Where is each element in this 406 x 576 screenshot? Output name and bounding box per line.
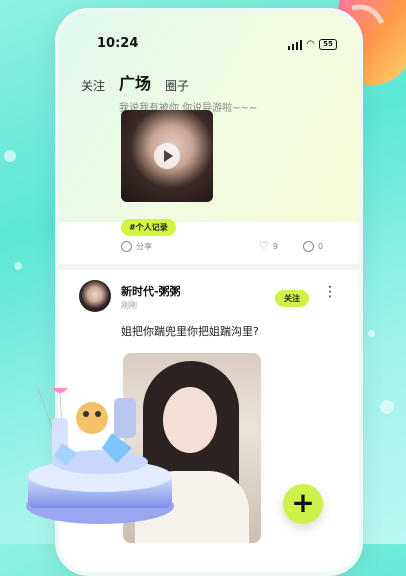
tab-circle[interactable]: 圈子 bbox=[165, 77, 189, 94]
comment-icon bbox=[303, 241, 314, 252]
tab-square[interactable]: 广场 bbox=[119, 70, 151, 97]
follow-button[interactable]: 关注 bbox=[275, 290, 309, 307]
share-button[interactable]: 分享 bbox=[121, 241, 152, 252]
share-icon bbox=[121, 241, 132, 252]
bg-bubble bbox=[14, 262, 22, 270]
post-text: 姐把你踹兜里你把姐踹沟里? bbox=[121, 325, 259, 338]
comment-button[interactable]: 0 bbox=[303, 241, 323, 252]
share-label: 分享 bbox=[136, 242, 152, 251]
cake-decoration bbox=[26, 388, 174, 524]
divider bbox=[59, 264, 359, 270]
bg-bubble bbox=[368, 330, 375, 337]
play-icon[interactable] bbox=[154, 143, 180, 169]
status-icons: ◠ 55 bbox=[287, 38, 337, 50]
avatar[interactable] bbox=[79, 280, 111, 312]
more-icon[interactable]: ⋮ bbox=[323, 285, 337, 299]
username[interactable]: 新时代-粥粥 bbox=[121, 283, 181, 299]
wifi-icon: ◠ bbox=[306, 38, 315, 50]
post-video-thumbnail[interactable] bbox=[121, 110, 213, 202]
top-tabs: 关注 广场 圈子 bbox=[81, 70, 189, 97]
status-bar: 10:24 ◠ 55 bbox=[59, 36, 359, 56]
create-post-button[interactable]: + bbox=[283, 484, 323, 524]
bg-bubble bbox=[380, 400, 394, 414]
post-time: 刚刚 bbox=[121, 301, 137, 310]
signal-icon bbox=[287, 39, 303, 50]
battery-icon: 55 bbox=[319, 39, 337, 50]
post-actions: 分享 ♡ 9 0 bbox=[121, 239, 339, 257]
comment-count: 0 bbox=[318, 242, 324, 251]
tab-follow[interactable]: 关注 bbox=[81, 77, 105, 94]
status-time: 10:24 bbox=[97, 36, 139, 51]
topic-tag[interactable]: #个人记录 bbox=[121, 219, 176, 236]
like-button[interactable]: ♡ 9 bbox=[259, 239, 278, 252]
like-count: 9 bbox=[272, 241, 278, 251]
heart-icon: ♡ bbox=[259, 239, 269, 252]
bg-bubble bbox=[4, 150, 16, 162]
